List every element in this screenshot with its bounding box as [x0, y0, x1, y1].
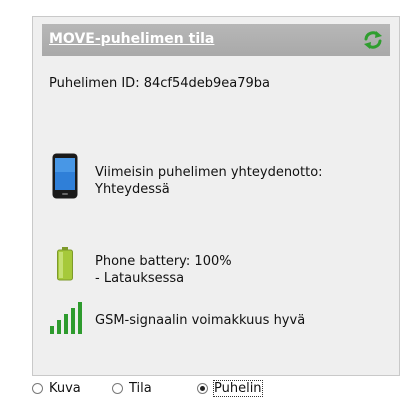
radio-kuva-circle[interactable]	[32, 383, 43, 394]
phone-id-text: Puhelimen ID: 84cf54deb9ea79ba	[49, 76, 271, 91]
radio-puhelin-label[interactable]: Puhelin	[213, 380, 263, 397]
last-contact-label: Viimeisin puhelimen yhteydenotto:	[95, 165, 323, 180]
phone-status-panel: MOVE-puhelimen tila Puhelimen ID: 84cf54…	[32, 16, 400, 376]
battery-status-text: Phone battery: 100% - Latauksessa	[95, 253, 232, 287]
radio-kuva[interactable]: Kuva	[32, 381, 81, 396]
refresh-icon[interactable]	[362, 30, 384, 50]
radio-puhelin-circle[interactable]	[197, 383, 208, 394]
battery-level-label: Phone battery: 100%	[95, 254, 232, 269]
last-contact-text: Viimeisin puhelimen yhteydenotto: Yhteyd…	[95, 164, 323, 198]
radio-tila-circle[interactable]	[112, 383, 123, 394]
view-selector: Kuva Tila Puhelin	[32, 379, 400, 399]
radio-kuva-label[interactable]: Kuva	[49, 381, 81, 396]
radio-puhelin[interactable]: Puhelin	[197, 380, 263, 397]
battery-charging-label: - Latauksessa	[95, 271, 185, 286]
battery-icon	[57, 247, 73, 281]
signal-icon	[50, 302, 82, 334]
last-contact-value: Yhteydessä	[95, 182, 170, 197]
radio-tila-label[interactable]: Tila	[129, 381, 152, 396]
panel-title[interactable]: MOVE-puhelimen tila	[49, 31, 214, 47]
gsm-signal-text: GSM-signaalin voimakkuus hyvä	[95, 313, 306, 328]
radio-tila[interactable]: Tila	[112, 381, 152, 396]
panel-header: MOVE-puhelimen tila	[42, 24, 390, 56]
phone-icon	[52, 153, 78, 199]
